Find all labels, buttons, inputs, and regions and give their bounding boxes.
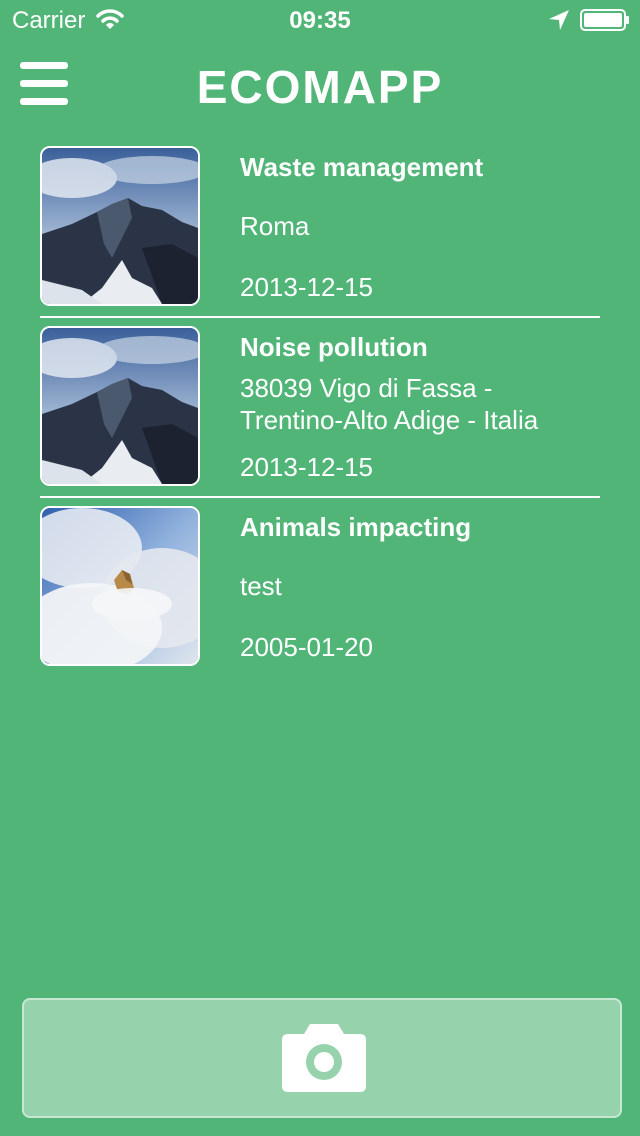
screen: Carrier 09:35 ECOMAPP Waste management R… — [0, 0, 640, 1136]
report-text: Waste management Roma 2013-12-15 — [240, 146, 600, 306]
camera-icon — [282, 1024, 366, 1092]
report-title: Animals impacting — [240, 512, 472, 542]
report-photo-thumbnail — [40, 326, 200, 486]
location-arrow-icon — [549, 10, 569, 30]
report-date: 2005-01-20 — [240, 632, 373, 662]
battery-icon — [580, 9, 629, 31]
report-photo-thumbnail — [40, 146, 200, 306]
report-date: 2013-12-15 — [240, 272, 373, 302]
report-photo-thumbnail — [40, 506, 200, 666]
report-location: test — [240, 571, 282, 601]
clouds-photo — [42, 508, 198, 664]
camera-button[interactable] — [22, 998, 622, 1118]
report-item[interactable]: Animals impacting test 2005-01-20 — [40, 506, 600, 686]
app-title: ECOMAPP — [196, 61, 444, 113]
report-list: Waste management Roma 2013-12-15 Noise p… — [40, 146, 600, 686]
report-date: 2013-12-15 — [240, 452, 373, 482]
report-title: Waste management — [240, 152, 484, 182]
report-text: Animals impacting test 2005-01-20 — [240, 506, 600, 666]
mountain-photo — [42, 148, 198, 304]
report-item[interactable]: Noise pollution 38039 Vigo di Fassa - Tr… — [40, 326, 600, 506]
report-text: Noise pollution 38039 Vigo di Fassa - Tr… — [240, 326, 600, 486]
report-title: Noise pollution — [240, 332, 428, 362]
report-location: Roma — [240, 211, 310, 241]
nav-bar: ECOMAPP — [0, 40, 640, 130]
clock: 09:35 — [289, 7, 351, 34]
mountain-photo — [42, 328, 198, 484]
status-bar: Carrier 09:35 — [0, 0, 640, 40]
report-location: 38039 Vigo di Fassa - Trentino-Alto Adig… — [240, 373, 539, 435]
report-item[interactable]: Waste management Roma 2013-12-15 — [40, 146, 600, 326]
